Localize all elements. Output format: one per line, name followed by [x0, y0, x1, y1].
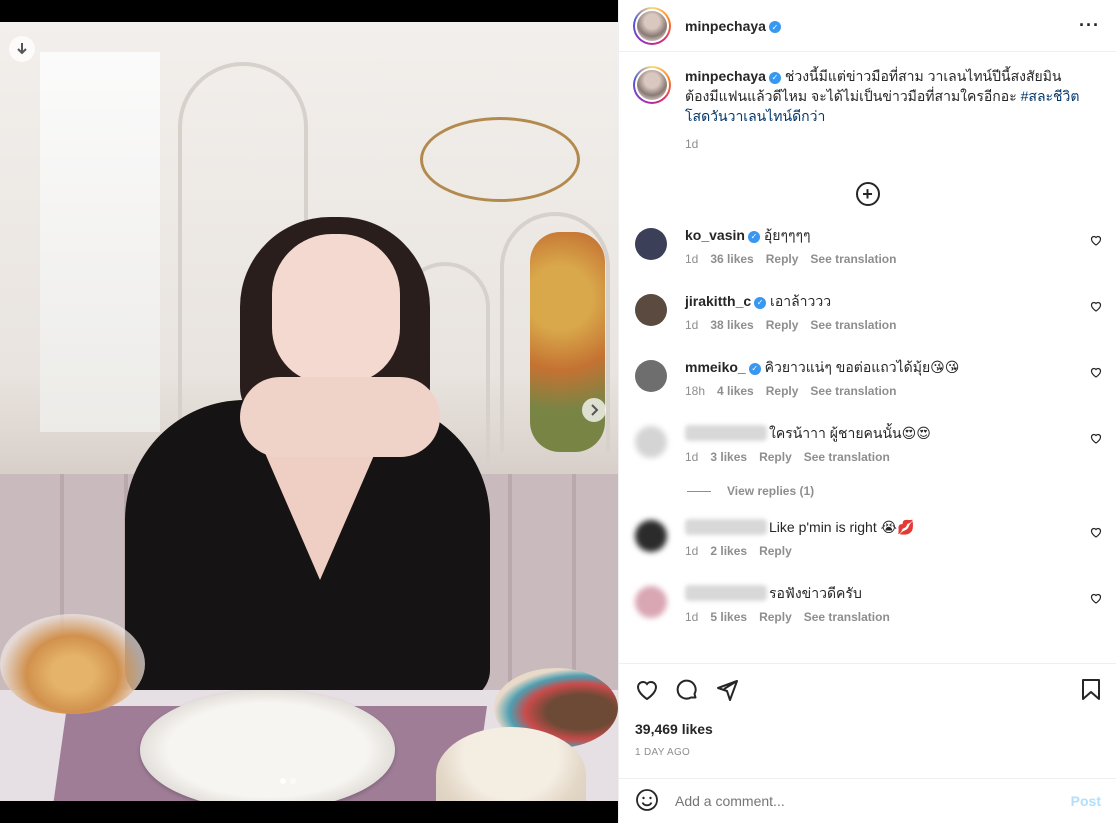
- comment-time: 1d: [685, 252, 699, 266]
- carousel-dots: [280, 778, 296, 784]
- comment-heart-icon[interactable]: [1090, 234, 1102, 246]
- comment-item: jirakitth_c ✓ เอาล้าววว 1d 38 likes Reply…: [619, 292, 1116, 358]
- comment-text: เอาล้าววว: [770, 293, 832, 309]
- comment-avatar[interactable]: [635, 228, 667, 260]
- comment-heart-icon[interactable]: [1090, 366, 1102, 378]
- comment-avatar[interactable]: [635, 426, 667, 458]
- woman-face: [272, 234, 400, 384]
- post-photo[interactable]: [0, 22, 618, 801]
- comment-time: 1d: [685, 544, 699, 558]
- comment-text: รอฟังข่าวดีครับ: [769, 585, 862, 601]
- avatar[interactable]: [633, 6, 671, 45]
- reply-button[interactable]: Reply: [759, 450, 792, 464]
- post-header: minpechaya ✓ ···: [619, 0, 1116, 52]
- see-translation-link[interactable]: See translation: [810, 384, 896, 398]
- comment-avatar[interactable]: [635, 360, 667, 392]
- comment-likes[interactable]: 5 likes: [710, 610, 747, 624]
- comment-item: mmeiko_ ✓ คิวยาวแน่ๆ ขอต่อแถวได้มุ้ย😘😘 18…: [619, 358, 1116, 424]
- comment-time: 1d: [685, 450, 699, 464]
- more-icon[interactable]: ···: [1079, 15, 1100, 36]
- verified-icon: ✓: [747, 231, 760, 243]
- comment-time: 18h: [685, 384, 706, 398]
- comment-item: รอฟังข่าวดีครับ 1d 5 likes Reply See tra…: [619, 584, 1116, 650]
- comment-item: ko_vasin ✓ อุ้ยๆๆๆๆ 1d 36 likes Reply See…: [619, 226, 1116, 292]
- see-translation-link[interactable]: See translation: [810, 318, 896, 332]
- comment-avatar[interactable]: [635, 294, 667, 326]
- add-comment-bar: Post: [619, 778, 1116, 823]
- caption-username[interactable]: minpechaya: [685, 68, 766, 84]
- comment-likes[interactable]: 36 likes: [710, 252, 753, 266]
- share-icon[interactable]: [715, 678, 739, 705]
- reply-button[interactable]: Reply: [766, 252, 799, 266]
- post-button[interactable]: Post: [1071, 793, 1101, 809]
- comment-item: ใครน้าาา ผู้ชายคนนั้น😍😍 1d 3 likes Reply…: [619, 424, 1116, 490]
- comment-username[interactable]: jirakitth_c: [685, 293, 751, 309]
- dessert-glass: [0, 614, 145, 714]
- like-count[interactable]: 39,469 likes: [635, 721, 1101, 737]
- comment-text: อุ้ยๆๆๆๆ: [763, 227, 811, 243]
- reply-button[interactable]: Reply: [766, 384, 799, 398]
- comment-text: ใครน้าาา ผู้ชายคนนั้น😍😍: [769, 425, 931, 441]
- caption-avatar[interactable]: [633, 66, 671, 104]
- verified-icon: ✓: [768, 21, 781, 33]
- emoji-icon[interactable]: [635, 788, 659, 815]
- comment-username[interactable]: ko_vasin: [685, 227, 745, 243]
- reply-button[interactable]: Reply: [766, 318, 799, 332]
- comment-username[interactable]: mmeiko_: [685, 359, 746, 375]
- comment-avatar[interactable]: [635, 520, 667, 552]
- chandelier: [420, 117, 580, 202]
- comment-heart-icon[interactable]: [1090, 300, 1102, 312]
- plate: [140, 690, 395, 801]
- caption-time: 1d: [685, 137, 699, 151]
- verified-icon: ✓: [754, 297, 767, 309]
- comment-list: ko_vasin ✓ อุ้ยๆๆๆๆ 1d 36 likes Reply See…: [619, 226, 1116, 650]
- photo-panel: [0, 0, 618, 823]
- action-bar: 39,469 likes 1 DAY AGO: [619, 663, 1116, 758]
- window: [40, 52, 160, 432]
- reply-button[interactable]: Reply: [759, 544, 792, 558]
- woman-hands: [240, 377, 440, 457]
- comment-likes[interactable]: 4 likes: [717, 384, 754, 398]
- see-translation-link[interactable]: See translation: [804, 450, 890, 464]
- comment-likes[interactable]: 3 likes: [710, 450, 747, 464]
- chevron-right-icon[interactable]: [582, 398, 606, 422]
- caption: minpechaya ✓ ช่วงนี้มีแต่ข่าวมือที่สาม วา…: [619, 52, 1116, 154]
- comment-heart-icon[interactable]: [1090, 526, 1102, 538]
- comment-time: 1d: [685, 318, 699, 332]
- post-date: 1 DAY AGO: [635, 747, 691, 758]
- comment-heart-icon[interactable]: [1090, 432, 1102, 444]
- comment-text: คิวยาวแน่ๆ ขอต่อแถวได้มุ้ย😘😘: [764, 359, 960, 375]
- comment-input[interactable]: [675, 793, 1071, 809]
- author-username[interactable]: minpechaya ✓: [685, 18, 781, 34]
- comment-time: 1d: [685, 610, 699, 624]
- verified-icon: ✓: [748, 363, 761, 375]
- carousel-dot: [280, 778, 286, 784]
- comment-avatar[interactable]: [635, 586, 667, 618]
- comment-text: Like p'min is right 😭💋: [769, 519, 915, 535]
- carousel-dot: [290, 778, 296, 784]
- comment-icon[interactable]: [675, 678, 699, 705]
- see-translation-link[interactable]: See translation: [810, 252, 896, 266]
- plus-circle-icon[interactable]: +: [855, 182, 880, 206]
- verified-icon: ✓: [768, 72, 781, 84]
- reply-button[interactable]: Reply: [759, 610, 792, 624]
- see-translation-link[interactable]: See translation: [804, 610, 890, 624]
- download-icon[interactable]: [9, 36, 35, 62]
- heart-icon[interactable]: [635, 679, 659, 704]
- blurred-username: [685, 425, 767, 441]
- comment-item: Like p'min is right 😭💋 1d 2 likes Reply: [619, 518, 1116, 584]
- comment-likes[interactable]: 2 likes: [710, 544, 747, 558]
- comment-heart-icon[interactable]: [1090, 592, 1102, 604]
- blurred-username: [685, 519, 767, 535]
- bookmark-icon[interactable]: [1081, 679, 1101, 704]
- post-sidebar: minpechaya ✓ ··· minpechaya ✓ ช่วงนี้มีแต่…: [618, 0, 1116, 823]
- comment-likes[interactable]: 38 likes: [710, 318, 753, 332]
- blurred-username: [685, 585, 767, 601]
